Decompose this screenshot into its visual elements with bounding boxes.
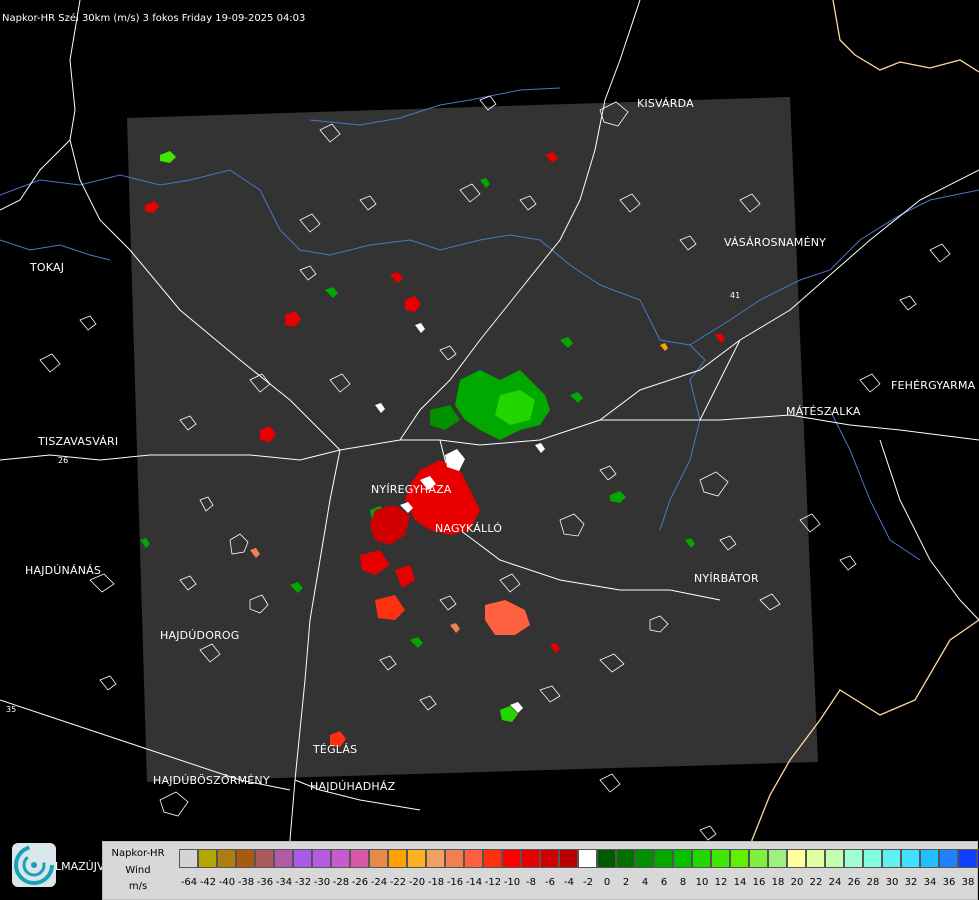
legend-swatch bbox=[293, 849, 312, 868]
road-number-35: 35 bbox=[6, 705, 16, 714]
legend-swatch bbox=[464, 849, 483, 868]
legend-swatch bbox=[217, 849, 236, 868]
legend-swatch bbox=[730, 849, 749, 868]
map-canvas: 26 41 35 bbox=[0, 0, 979, 900]
legend-swatch bbox=[939, 849, 958, 868]
legend-swatch bbox=[692, 849, 711, 868]
city-label-hajdudorog: HAJDÚDOROG bbox=[160, 629, 240, 642]
legend-swatch bbox=[407, 849, 426, 868]
legend-swatch bbox=[958, 849, 977, 868]
legend-swatch bbox=[768, 849, 787, 868]
legend-swatch bbox=[350, 849, 369, 868]
city-label-kisvarda: KISVÁRDA bbox=[637, 97, 694, 110]
legend-swatch bbox=[179, 849, 198, 868]
city-label-hajdunanas: HAJDÚNÁNÁS bbox=[25, 564, 102, 577]
legend-swatch bbox=[445, 849, 464, 868]
city-label-nyirbator: NYÍRBÁTOR bbox=[694, 572, 759, 585]
legend-swatch bbox=[787, 849, 806, 868]
road-number-41: 41 bbox=[730, 291, 740, 300]
legend-tick-label: 40 bbox=[974, 877, 979, 888]
legend-swatch bbox=[654, 849, 673, 868]
city-label-nyiregyhaza: NYÍREGYHÁZA bbox=[371, 483, 452, 496]
legend-swatch bbox=[502, 849, 521, 868]
legend-swatch bbox=[369, 849, 388, 868]
legend-swatch bbox=[844, 849, 863, 868]
city-label-teglas: TÉGLÁS bbox=[313, 743, 358, 756]
city-label-vasarosnameny: VÁSÁROSNAMÉNY bbox=[724, 236, 827, 249]
logo-swirl-icon bbox=[14, 845, 54, 885]
legend-swatch bbox=[616, 849, 635, 868]
legend-swatch bbox=[749, 849, 768, 868]
napkor-logo bbox=[12, 843, 56, 887]
city-label-tiszavasvari: TISZAVASVÁRI bbox=[38, 435, 119, 448]
city-label-hajduboszormeny: HAJDÚBÖSZÖRMÉNY bbox=[153, 774, 270, 787]
city-label-nagykallo: NAGYKÁLLÓ bbox=[435, 522, 503, 535]
legend-source: Napkor-HR bbox=[111, 848, 165, 859]
legend-swatch bbox=[388, 849, 407, 868]
legend-unit: m/s bbox=[128, 881, 148, 892]
city-label-mateszalka: MÁTÉSZALKA bbox=[786, 405, 861, 418]
legend-swatch bbox=[711, 849, 730, 868]
legend-quantity: Wind bbox=[125, 865, 151, 876]
city-label-fehergyarmat: FEHÉRGYARMA bbox=[891, 379, 976, 392]
legend-swatch bbox=[331, 849, 350, 868]
legend-swatch bbox=[825, 849, 844, 868]
legend-swatch bbox=[559, 849, 578, 868]
radar-map-view: 26 41 35 Napkor-HR Szél 30km (m/s) 3 fok… bbox=[0, 0, 979, 900]
legend-swatch bbox=[863, 849, 882, 868]
legend-swatch bbox=[806, 849, 825, 868]
color-legend: Napkor-HR Wind m/s -64 -42 -40 -38 -36 -34 -32… bbox=[102, 841, 979, 900]
legend-swatch bbox=[483, 849, 502, 868]
legend-swatch bbox=[901, 849, 920, 868]
legend-swatch bbox=[198, 849, 217, 868]
road-number-26: 26 bbox=[58, 456, 68, 465]
legend-swatch bbox=[882, 849, 901, 868]
legend-swatch bbox=[920, 849, 939, 868]
legend-swatch bbox=[597, 849, 616, 868]
map-title: Napkor-HR Szél 30km (m/s) 3 fokos Friday… bbox=[2, 13, 306, 24]
city-label-tokaj: TOKAJ bbox=[30, 261, 65, 274]
legend-swatch bbox=[521, 849, 540, 868]
legend-swatch bbox=[236, 849, 255, 868]
legend-swatch bbox=[540, 849, 559, 868]
legend-swatch bbox=[426, 849, 445, 868]
legend-swatch bbox=[312, 849, 331, 868]
legend-swatch bbox=[255, 849, 274, 868]
legend-swatch bbox=[635, 849, 654, 868]
city-label-hajduhadhaz: HAJDÚHADHÁZ bbox=[310, 780, 396, 793]
legend-swatch bbox=[578, 849, 597, 868]
legend-swatch bbox=[673, 849, 692, 868]
legend-swatch bbox=[274, 849, 293, 868]
